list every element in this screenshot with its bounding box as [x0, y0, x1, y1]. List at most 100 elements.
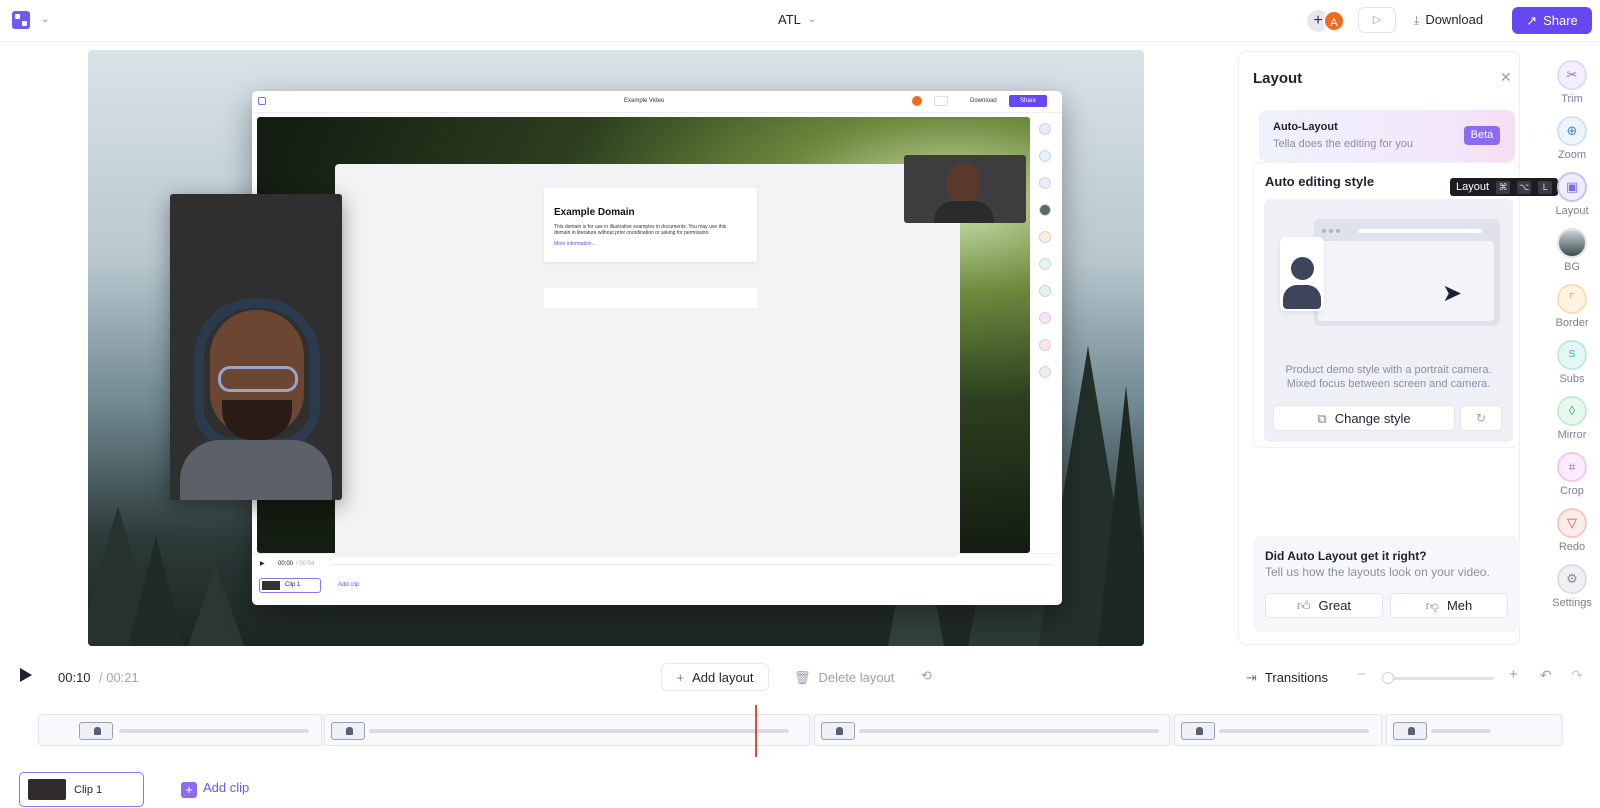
segment-layout-icon	[1393, 722, 1427, 740]
avatar[interactable]: A	[1323, 10, 1345, 32]
person-body	[934, 201, 994, 223]
playhead[interactable]	[755, 705, 757, 757]
segment-layout-icon	[79, 722, 113, 740]
layout-segment[interactable]	[1386, 714, 1562, 746]
redo-button[interactable]: ↷	[1571, 667, 1583, 684]
preview-play-button[interactable]: ▷	[1358, 7, 1396, 33]
inner-logo-icon	[258, 97, 266, 105]
editing-style-title: Auto editing style	[1265, 174, 1375, 189]
close-icon[interactable]: ✕	[1500, 69, 1512, 86]
segment-layout-icon	[331, 722, 365, 740]
tool-label: Mirror	[1557, 429, 1587, 441]
current-time: 00:10	[58, 670, 91, 685]
border-icon: ⌜	[1557, 284, 1587, 314]
segment-layout-icon	[1181, 722, 1215, 740]
domain-title: Example Domain	[554, 207, 635, 218]
audio-waveform	[1431, 729, 1491, 733]
auto-layout-card[interactable]: Auto-Layout Tella does the editing for y…	[1259, 110, 1515, 162]
auto-layout-title: Auto-Layout	[1273, 121, 1338, 133]
undo-button[interactable]: ↶	[1540, 667, 1552, 684]
change-style-label: Change style	[1334, 411, 1411, 426]
tool-label: Layout	[1555, 205, 1589, 217]
tool-mirror[interactable]: ◊ Mirror	[1544, 396, 1600, 441]
transport-bar: 00:10 / 00:21 + Add layout 🗑︎ Delete layou…	[0, 660, 1600, 696]
tool-settings[interactable]: ⚙ Settings	[1544, 564, 1600, 609]
chevron-down-icon[interactable]: ⌄	[41, 14, 49, 25]
person-head	[946, 163, 980, 205]
tool-label: BG	[1564, 261, 1580, 273]
share-label: Share	[1543, 13, 1578, 28]
feedback-subtitle: Tell us how the layouts look on your vid…	[1265, 565, 1490, 579]
inner-window-title: Example Video	[624, 98, 665, 104]
transitions-label: Transitions	[1264, 670, 1329, 685]
chevron-down-icon[interactable]: ⌄	[808, 14, 816, 25]
tool-zoom[interactable]: ⊕ Zoom	[1544, 116, 1600, 161]
app-logo-icon[interactable]	[12, 11, 30, 29]
tool-border[interactable]: ⌜ Border	[1544, 284, 1600, 329]
transitions-button[interactable]: ⇥ Transitions	[1246, 670, 1328, 686]
thumbs-down-icon: 👎︎	[1425, 598, 1439, 613]
zoom-in-button[interactable]: +	[1509, 666, 1518, 683]
plus-icon: +	[676, 670, 685, 685]
change-style-button[interactable]: ⧉ Change style	[1273, 405, 1455, 431]
trash-icon: 🗑︎	[794, 670, 811, 685]
tool-bg[interactable]: BG	[1544, 228, 1600, 273]
layout-icon: ▣	[1557, 172, 1587, 202]
panel-title: Layout	[1253, 70, 1303, 87]
trim-icon: ✂	[1557, 60, 1587, 90]
project-title[interactable]: ATL	[778, 12, 801, 27]
layout-tooltip: Layout ⌘ ⌥ L	[1450, 178, 1559, 196]
add-layout-button[interactable]: + Add layout	[661, 663, 769, 691]
layout-segment[interactable]	[38, 714, 322, 746]
audio-waveform	[369, 729, 789, 733]
regenerate-style-button[interactable]: ↻	[1460, 405, 1502, 431]
redo-icon: ▽	[1557, 508, 1587, 538]
domain-link: More information...	[554, 241, 596, 247]
tooltip-label: Layout	[1456, 181, 1490, 193]
clip-thumbnail[interactable]: Clip 1	[19, 772, 144, 807]
swap-icon[interactable]: ⟲	[921, 668, 932, 684]
play-button[interactable]	[20, 668, 32, 682]
subs-icon: S	[1557, 340, 1587, 370]
great-button[interactable]: 👍︎ Great	[1265, 593, 1383, 618]
tool-redo[interactable]: ▽ Redo	[1544, 508, 1600, 553]
zoom-out-button[interactable]: −	[1357, 666, 1366, 683]
download-button[interactable]: ⤓ Download	[1414, 12, 1483, 28]
illus-portrait	[1280, 237, 1324, 311]
zoom-slider-knob[interactable]	[1382, 672, 1394, 684]
share-button[interactable]: ↗ Share	[1512, 7, 1592, 34]
layout-segment[interactable]	[1174, 714, 1382, 746]
tool-trim[interactable]: ✂ Trim	[1544, 60, 1600, 105]
add-layout-label: Add layout	[692, 670, 754, 685]
timeline-track[interactable]	[38, 714, 1564, 746]
tool-crop[interactable]: ⌗ Crop	[1544, 452, 1600, 497]
zoom-slider[interactable]	[1382, 672, 1494, 684]
clip-preview-image	[28, 779, 66, 800]
inner-avatar	[912, 96, 922, 106]
tool-rail: ✂ Trim ⊕ Zoom ▣ Layout BG ⌜ Border S Sub…	[1544, 56, 1600, 616]
tool-label: Zoom	[1557, 149, 1587, 161]
feedback-title: Did Auto Layout get it right?	[1265, 549, 1427, 563]
inner-play-icon	[934, 96, 948, 106]
copy-icon: ⧉	[1317, 411, 1327, 426]
tool-label: Crop	[1560, 485, 1584, 497]
total-time: / 00:21	[99, 670, 139, 685]
description-line-2: Mixed focus between screen and camera.	[1286, 378, 1491, 390]
layout-segment[interactable]	[814, 714, 1170, 746]
refresh-icon: ↻	[1475, 411, 1487, 425]
video-canvas[interactable]: Example Video Download Share Example Dom…	[88, 50, 1144, 646]
inner-camera-feed	[904, 155, 1026, 223]
delete-layout-button[interactable]: 🗑︎ Delete layout	[794, 670, 894, 686]
audio-waveform	[1219, 729, 1369, 733]
add-clip-button[interactable]: + Add clip	[181, 780, 249, 798]
wallpaper: Example Domain This domain is for use in…	[257, 117, 1030, 557]
layout-segment[interactable]	[324, 714, 810, 746]
segment-layout-icon	[821, 722, 855, 740]
meh-button[interactable]: 👎︎ Meh	[1390, 593, 1508, 618]
tool-subs[interactable]: S Subs	[1544, 340, 1600, 385]
tool-layout[interactable]: ▣ Layout	[1544, 172, 1600, 217]
tool-label: Border	[1555, 317, 1589, 329]
camera-feed[interactable]	[170, 194, 342, 500]
inner-time-total: / 00:04	[296, 561, 315, 567]
inner-timeline: ▶ 00:00 / 00:04 Clip 1 Add clip	[252, 553, 1062, 605]
